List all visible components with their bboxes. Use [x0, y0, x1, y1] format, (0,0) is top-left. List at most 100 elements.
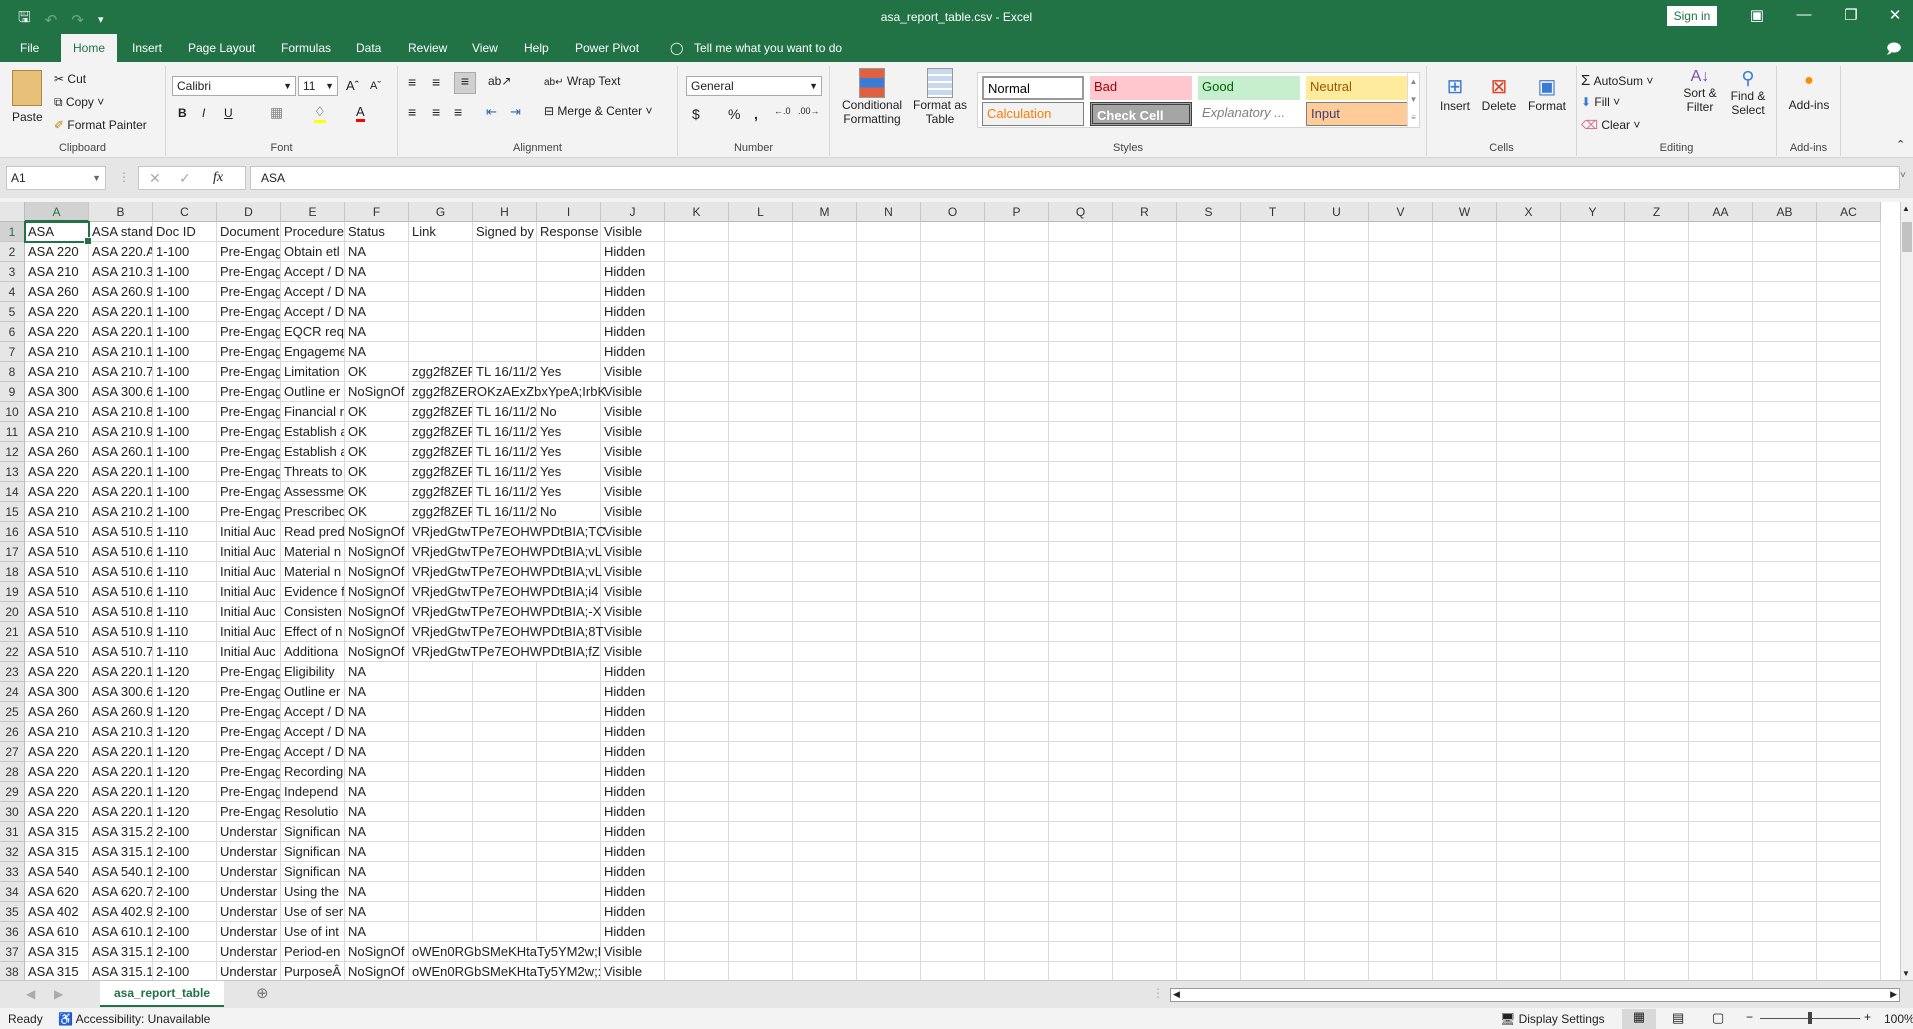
cell-j26[interactable]: Hidden: [601, 722, 665, 742]
cell-t32[interactable]: [1241, 842, 1305, 862]
cell-v25[interactable]: [1369, 702, 1433, 722]
cell-d20[interactable]: Initial Auc: [217, 602, 281, 622]
cell-s22[interactable]: [1177, 642, 1241, 662]
cell-d10[interactable]: Pre-Engag: [217, 402, 281, 422]
cell-v20[interactable]: [1369, 602, 1433, 622]
cell-c37[interactable]: 2-100: [153, 942, 217, 962]
restore-icon[interactable]: ❐: [1836, 6, 1866, 24]
cell-m9[interactable]: [793, 382, 857, 402]
cell-u1[interactable]: [1305, 222, 1369, 242]
decrease-decimal-icon[interactable]: .00→: [798, 106, 820, 116]
cell-g24[interactable]: [409, 682, 473, 702]
cell-b28[interactable]: ASA 220.1: [89, 762, 153, 782]
cell-y3[interactable]: [1561, 262, 1625, 282]
cell-r35[interactable]: [1113, 902, 1177, 922]
row-header[interactable]: 6: [0, 322, 25, 342]
cell-c3[interactable]: 1-100: [153, 262, 217, 282]
cell-a19[interactable]: ASA 510: [25, 582, 89, 602]
cell-i15[interactable]: No: [537, 502, 601, 522]
cell-ac8[interactable]: [1817, 362, 1881, 382]
cell-e11[interactable]: Establish a: [281, 422, 345, 442]
cell-w7[interactable]: [1433, 342, 1497, 362]
cell-x24[interactable]: [1497, 682, 1561, 702]
currency-button[interactable]: $: [692, 106, 700, 122]
cell-ac2[interactable]: [1817, 242, 1881, 262]
cell-x17[interactable]: [1497, 542, 1561, 562]
row-header[interactable]: 25: [0, 702, 25, 722]
cell-n34[interactable]: [857, 882, 921, 902]
cell-y17[interactable]: [1561, 542, 1625, 562]
addins-button[interactable]: ● Add-ins: [1783, 72, 1835, 112]
cell-r36[interactable]: [1113, 922, 1177, 942]
cell-l20[interactable]: [729, 602, 793, 622]
cell-x14[interactable]: [1497, 482, 1561, 502]
cell-q23[interactable]: [1049, 662, 1113, 682]
cell-n10[interactable]: [857, 402, 921, 422]
cell-y30[interactable]: [1561, 802, 1625, 822]
cell-v17[interactable]: [1369, 542, 1433, 562]
cell-m13[interactable]: [793, 462, 857, 482]
cell-e32[interactable]: Significan: [281, 842, 345, 862]
cell-q8[interactable]: [1049, 362, 1113, 382]
cell-aa29[interactable]: [1689, 782, 1753, 802]
cell-l8[interactable]: [729, 362, 793, 382]
cell-a18[interactable]: ASA 510: [25, 562, 89, 582]
cell-aa17[interactable]: [1689, 542, 1753, 562]
cell-j30[interactable]: Hidden: [601, 802, 665, 822]
cell-j36[interactable]: Hidden: [601, 922, 665, 942]
cell-i29[interactable]: [537, 782, 601, 802]
cell-x3[interactable]: [1497, 262, 1561, 282]
cell-c11[interactable]: 1-100: [153, 422, 217, 442]
cell-ab28[interactable]: [1753, 762, 1817, 782]
cell-x34[interactable]: [1497, 882, 1561, 902]
cell-ab8[interactable]: [1753, 362, 1817, 382]
cell-y21[interactable]: [1561, 622, 1625, 642]
cell-aa24[interactable]: [1689, 682, 1753, 702]
cell-g17[interactable]: VRjedGtwTPe7EOHWPDtBIA;vL: [409, 542, 602, 562]
cell-aa2[interactable]: [1689, 242, 1753, 262]
cell-d2[interactable]: Pre-Engag: [217, 242, 281, 262]
row-header[interactable]: 35: [0, 902, 25, 922]
cell-n30[interactable]: [857, 802, 921, 822]
cell-ac21[interactable]: [1817, 622, 1881, 642]
cell-j17[interactable]: Visible: [601, 542, 665, 562]
cell-v32[interactable]: [1369, 842, 1433, 862]
cell-n22[interactable]: [857, 642, 921, 662]
cell-m18[interactable]: [793, 562, 857, 582]
cell-m20[interactable]: [793, 602, 857, 622]
cell-ac3[interactable]: [1817, 262, 1881, 282]
cell-q21[interactable]: [1049, 622, 1113, 642]
cell-j13[interactable]: Visible: [601, 462, 665, 482]
row-header[interactable]: 29: [0, 782, 25, 802]
cell-j10[interactable]: Visible: [601, 402, 665, 422]
cell-w25[interactable]: [1433, 702, 1497, 722]
cell-style-neutral[interactable]: Neutral: [1306, 76, 1408, 100]
cell-h35[interactable]: [473, 902, 537, 922]
cell-i25[interactable]: [537, 702, 601, 722]
cell-e37[interactable]: Period-en: [281, 942, 345, 962]
cell-w1[interactable]: [1433, 222, 1497, 242]
cell-h14[interactable]: TL 16/11/2: [473, 482, 537, 502]
cell-i2[interactable]: [537, 242, 601, 262]
cell-k37[interactable]: [665, 942, 729, 962]
cell-k34[interactable]: [665, 882, 729, 902]
cell-t2[interactable]: [1241, 242, 1305, 262]
tab-power-pivot[interactable]: Power Pivot: [569, 34, 645, 62]
cell-g12[interactable]: zgg2f8ZER: [409, 442, 473, 462]
cell-ac33[interactable]: [1817, 862, 1881, 882]
cell-z25[interactable]: [1625, 702, 1689, 722]
cell-o35[interactable]: [921, 902, 985, 922]
cell-i10[interactable]: No: [537, 402, 601, 422]
cell-q27[interactable]: [1049, 742, 1113, 762]
cell-k25[interactable]: [665, 702, 729, 722]
cell-x11[interactable]: [1497, 422, 1561, 442]
cell-m1[interactable]: [793, 222, 857, 242]
cell-ab16[interactable]: [1753, 522, 1817, 542]
cell-n9[interactable]: [857, 382, 921, 402]
cell-t38[interactable]: [1241, 962, 1305, 980]
cut-button[interactable]: ✂ Cut: [54, 72, 86, 86]
underline-button[interactable]: U: [224, 106, 233, 120]
cell-m8[interactable]: [793, 362, 857, 382]
cell-p11[interactable]: [985, 422, 1049, 442]
align-center-icon[interactable]: ≡: [432, 104, 440, 120]
